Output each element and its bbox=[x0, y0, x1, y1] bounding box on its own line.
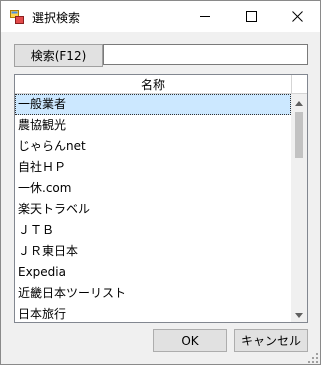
table-row[interactable]: 農協観光 bbox=[15, 115, 291, 136]
window-title: 選択検索 bbox=[32, 11, 81, 25]
minimize-button[interactable] bbox=[182, 1, 228, 32]
title-bar[interactable]: 選択検索 bbox=[1, 1, 320, 32]
minimize-icon bbox=[199, 11, 211, 22]
table-row[interactable]: 自社ＨＰ bbox=[15, 157, 291, 178]
resize-grip-icon[interactable] bbox=[308, 352, 318, 363]
table-row[interactable]: 近畿日本ツーリスト bbox=[15, 283, 291, 304]
search-label-button[interactable]: 検索(F12) bbox=[14, 44, 103, 67]
dialog-window: 選択検索 検索(F12) 名称 一般業者 農協観光 じゃらんnet 自社ＨＰ 一… bbox=[0, 0, 321, 365]
table-row[interactable]: 一休.com bbox=[15, 178, 291, 199]
results-grid[interactable]: 名称 一般業者 農協観光 じゃらんnet 自社ＨＰ 一休.com 楽天トラベル … bbox=[14, 74, 308, 323]
maximize-icon bbox=[245, 11, 257, 22]
scroll-thumb[interactable] bbox=[295, 112, 303, 158]
maximize-button[interactable] bbox=[228, 1, 274, 32]
table-row[interactable]: ＪＴＢ bbox=[15, 220, 291, 241]
cancel-button[interactable]: キャンセル bbox=[234, 329, 308, 352]
table-row[interactable]: Expedia bbox=[15, 262, 291, 283]
close-button[interactable] bbox=[274, 1, 320, 32]
search-input[interactable] bbox=[103, 44, 308, 65]
ok-button[interactable]: OK bbox=[153, 329, 227, 352]
table-row[interactable]: 一般業者 bbox=[15, 94, 291, 115]
chevron-down-icon bbox=[295, 307, 303, 321]
close-icon bbox=[291, 11, 303, 22]
table-row[interactable]: ＪＲ東日本 bbox=[15, 241, 291, 262]
table-row[interactable]: 日本旅行 bbox=[15, 304, 291, 322]
vertical-scrollbar[interactable] bbox=[291, 94, 307, 322]
table-row[interactable]: じゃらんnet bbox=[15, 136, 291, 157]
scroll-down-button[interactable] bbox=[291, 306, 307, 322]
column-header-name[interactable]: 名称 bbox=[15, 75, 291, 94]
header-corner bbox=[291, 75, 307, 94]
table-row[interactable]: 楽天トラベル bbox=[15, 199, 291, 220]
dialog-body: 検索(F12) 名称 一般業者 農協観光 じゃらんnet 自社ＨＰ 一休.com… bbox=[1, 32, 320, 364]
scroll-up-button[interactable] bbox=[291, 94, 307, 110]
grid-rows: 一般業者 農協観光 じゃらんnet 自社ＨＰ 一休.com 楽天トラベル ＪＴＢ… bbox=[15, 94, 291, 322]
app-window-icon bbox=[10, 10, 24, 24]
chevron-up-icon bbox=[295, 95, 303, 109]
